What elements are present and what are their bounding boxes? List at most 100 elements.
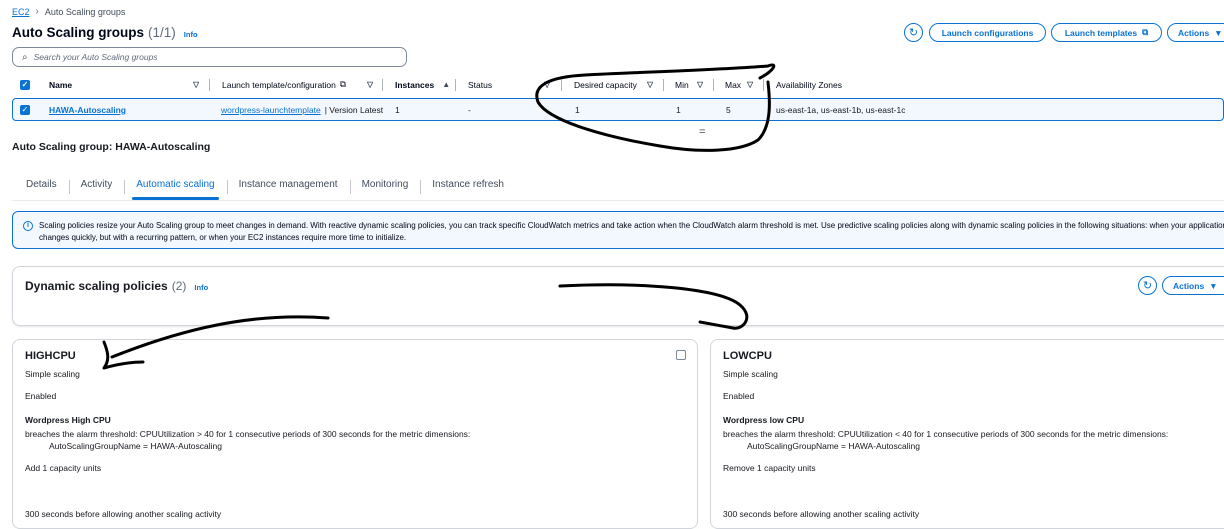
policy-card-highcpu: HIGHCPU Simple scaling Enabled Wordpress… [12, 339, 698, 529]
dynamic-scaling-policies-panel: Dynamic scaling policies (2) Info [12, 266, 1224, 326]
chevron-right-icon: › [35, 6, 39, 17]
launch-templates-label: Launch templates [1064, 27, 1138, 38]
tab-automatic-scaling[interactable]: Automatic scaling [124, 176, 226, 200]
asg-name-link[interactable]: HAWA-Autoscaling [49, 105, 126, 115]
column-min-label: Min [675, 79, 689, 90]
filter-icon[interactable]: ▽ [544, 74, 550, 95]
search-icon: ⌕ [22, 51, 28, 63]
actions-button[interactable]: Actions ▼ [1167, 23, 1224, 42]
launch-templates-button[interactable]: Launch templates ⧉ [1051, 23, 1162, 42]
info-link[interactable]: Info [184, 30, 198, 39]
actions-label: Actions [1178, 27, 1210, 38]
alarm-description: breaches the alarm threshold: CPUUtiliza… [723, 429, 1169, 439]
check-icon: ✓ [20, 79, 30, 90]
launch-template-link[interactable]: wordpress-launchtemplate [221, 105, 321, 115]
policy-name: LOWCPU [723, 350, 772, 362]
policy-type: Simple scaling [723, 369, 778, 379]
tab-divider [12, 200, 1224, 201]
policy-action: Remove 1 capacity units [723, 463, 816, 473]
table-row[interactable]: ✓ HAWA-Autoscaling wordpress-launchtempl… [12, 98, 1224, 121]
row-availability-zones: us-east-1a, us-east-1b, us-east-1c [776, 99, 905, 120]
instances-value: 1 [395, 104, 400, 115]
filter-icon[interactable]: ▽ [697, 74, 703, 95]
column-max-label: Max [725, 79, 742, 90]
select-all-checkbox[interactable]: ✓ [20, 74, 30, 95]
page-title-text: Auto Scaling groups [12, 25, 145, 40]
tab-activity[interactable]: Activity [68, 176, 125, 194]
policy-name: HIGHCPU [25, 350, 76, 362]
tab-instance-management[interactable]: Instance management [226, 176, 350, 194]
breadcrumb-ec2-link[interactable]: EC2 [12, 7, 30, 17]
column-header-status[interactable]: Status [468, 74, 492, 95]
policy-state: Enabled [723, 391, 755, 401]
search-input[interactable]: ⌕ Search your Auto Scaling groups [12, 47, 407, 67]
row-instances: 1 [395, 99, 400, 120]
actions-label: Actions [1173, 280, 1205, 291]
row-desired-capacity: 1 [575, 99, 580, 120]
external-link-icon: ⧉ [1142, 27, 1149, 37]
column-instances-label: Instances [395, 79, 435, 90]
external-link-icon: ⧉ [339, 79, 346, 89]
filter-icon[interactable]: ▽ [193, 74, 199, 95]
policy-cooldown: 300 seconds before allowing another scal… [25, 509, 222, 519]
dynamic-scaling-title: Dynamic scaling policies (2) Info [25, 279, 208, 293]
policies-actions-button[interactable]: Actions ▼ [1162, 276, 1224, 295]
policy-card-lowcpu: LOWCPU Simple scaling Enabled Wordpress … [710, 339, 1224, 529]
tab-instance-refresh[interactable]: Instance refresh [420, 176, 516, 194]
banner-text-line1: Scaling policies resize your Auto Scalin… [39, 221, 1224, 230]
info-icon: i [23, 221, 33, 231]
column-header-launch-template[interactable]: Launch template/configuration ⧉ [222, 74, 346, 95]
availability-zones-value: us-east-1a, us-east-1b, us-east-1c [776, 104, 906, 115]
tab-details[interactable]: Details [14, 176, 69, 193]
row-min: 1 [676, 99, 681, 120]
policy-action: Add 1 capacity units [25, 463, 102, 473]
row-checkbox[interactable]: ✓ [20, 99, 30, 120]
column-header-availability-zones[interactable]: Availability Zones [776, 74, 842, 95]
column-header-desired-capacity[interactable]: Desired capacity [574, 74, 637, 95]
sort-ascending-icon: ▲ [442, 80, 451, 89]
search-placeholder: Search your Auto Scaling groups [33, 52, 158, 62]
breadcrumb: EC2 › Auto Scaling groups [12, 6, 125, 17]
policy-cooldown: 300 seconds before allowing another scal… [723, 509, 920, 519]
launch-configurations-button[interactable]: Launch configurations [929, 23, 1046, 42]
caret-down-icon: ▼ [1214, 27, 1223, 38]
alarm-dimension: AutoScalingGroupName = HAWA-Autoscaling [747, 441, 920, 451]
filter-icon[interactable]: ▽ [747, 74, 753, 95]
column-header-max[interactable]: Max [725, 74, 741, 95]
row-name[interactable]: HAWA-Autoscaling [49, 99, 126, 120]
column-launch-template-label: Launch template/configuration [222, 79, 336, 90]
launch-configurations-label: Launch configurations [941, 27, 1034, 38]
breadcrumb-current: Auto Scaling groups [44, 6, 126, 17]
dynamic-scaling-count: (2) [171, 279, 187, 293]
min-value: 1 [676, 104, 681, 115]
banner-text-line2: changes quickly, but with a recurring pa… [39, 233, 407, 242]
column-name-label: Name [49, 79, 73, 90]
info-link[interactable]: Info [194, 283, 208, 292]
tab-list: Details Activity Automatic scaling Insta… [14, 176, 516, 200]
dynamic-scaling-title-text: Dynamic scaling policies [25, 279, 168, 293]
table-header: ✓ Name ▽ Launch template/configuration ⧉… [12, 74, 1224, 95]
column-header-name[interactable]: Name [49, 74, 72, 95]
page-title: Auto Scaling groups (1/1) Info [12, 25, 198, 40]
filter-icon[interactable]: ▽ [367, 74, 373, 95]
check-icon: ✓ [20, 104, 30, 115]
info-banner: i Scaling policies resize your Auto Scal… [12, 211, 1224, 249]
row-max: 5 [726, 99, 731, 120]
column-desired-capacity-label: Desired capacity [574, 79, 637, 90]
policy-select-checkbox[interactable] [676, 350, 686, 360]
alarm-description: breaches the alarm threshold: CPUUtiliza… [25, 429, 471, 439]
alarm-name: Wordpress low CPU [723, 415, 805, 425]
column-header-min[interactable]: Min [675, 74, 689, 95]
tab-monitoring[interactable]: Monitoring [349, 176, 421, 194]
filter-icon[interactable]: ▽ [647, 74, 653, 95]
column-header-instances[interactable]: Instances ▲ [395, 74, 450, 95]
refresh-button[interactable]: ↻ [904, 23, 923, 42]
policy-state: Enabled [25, 391, 57, 401]
resize-handle[interactable]: = [699, 126, 705, 138]
refresh-policies-button[interactable]: ↻ [1138, 276, 1157, 295]
launch-template-version: | Version Latest [324, 104, 383, 115]
page-title-count: (1/1) [148, 25, 176, 40]
alarm-dimension: AutoScalingGroupName = HAWA-Autoscaling [49, 441, 222, 451]
row-status: - [468, 99, 471, 120]
max-value: 5 [726, 104, 731, 115]
